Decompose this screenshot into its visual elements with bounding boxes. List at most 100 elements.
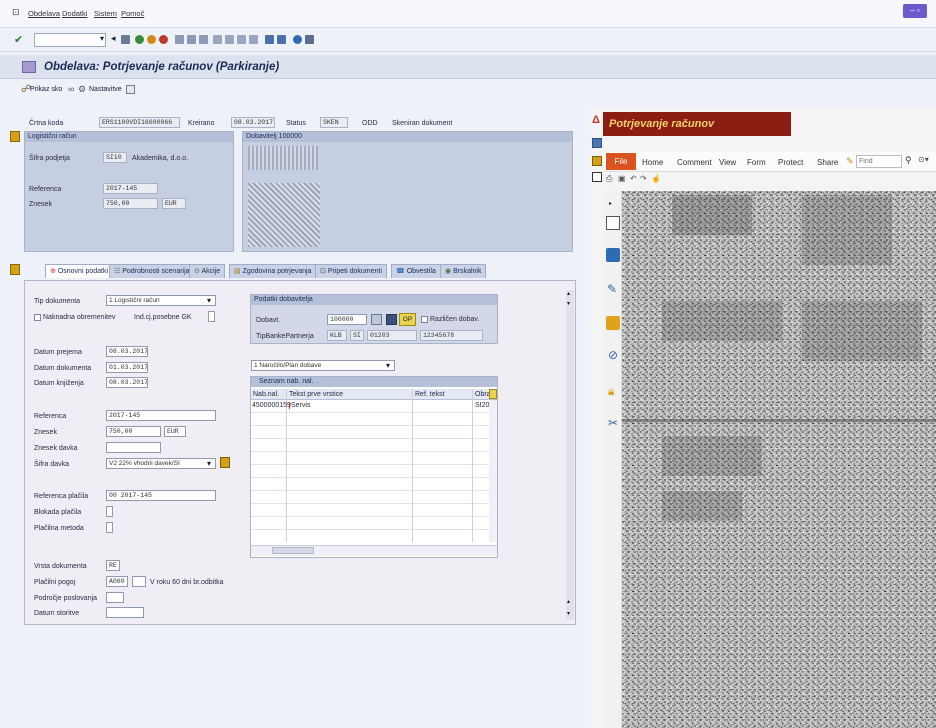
tab-osnovni-podatki[interactable]: ⊕ Osnovni podatki <box>45 264 114 278</box>
scroll-up-icon[interactable]: ▴ <box>567 290 570 297</box>
scroll-down-icon[interactable]: ▾ <box>567 300 570 307</box>
pages-icon[interactable] <box>606 216 620 230</box>
datum-dokumenta-field[interactable]: 01.03.2017 <box>106 362 148 373</box>
racun-field[interactable]: 12345678 <box>420 330 483 341</box>
col-tekst[interactable]: Tekst prve vrstice <box>289 391 343 398</box>
signatures-icon[interactable]: ✎ <box>607 282 617 296</box>
pdf-undo-icon[interactable]: ↶ <box>630 174 637 183</box>
print-icon[interactable] <box>175 35 184 44</box>
command-field[interactable] <box>34 33 106 47</box>
ribbon-comment[interactable]: Comment <box>677 158 712 167</box>
banka-field[interactable]: KLB <box>327 330 347 341</box>
window-minimize-button[interactable]: – ▫ <box>903 4 927 18</box>
table-settings-icon[interactable] <box>489 389 497 399</box>
save-icon[interactable] <box>121 35 130 44</box>
tax-calc-icon[interactable] <box>220 457 230 468</box>
narocilo-select[interactable]: 1 Naročilo/Plan dobave <box>251 360 395 371</box>
znesek-davka-field[interactable] <box>106 442 161 453</box>
podrocje-field[interactable] <box>106 592 124 603</box>
tab-pripeti-dokumenti[interactable]: ⊡ Pripeti dokumenti <box>315 264 387 278</box>
menu-sistem[interactable]: Sistem <box>94 9 117 18</box>
search-icon[interactable]: ⚲ <box>905 155 912 166</box>
find-icon[interactable] <box>187 35 196 44</box>
crtna-koda-field[interactable]: ERS1100VDI16000066 <box>99 117 180 128</box>
tab-akcije[interactable]: ⊙ Akcije <box>189 264 226 278</box>
panel-collapse-icon[interactable] <box>10 131 20 142</box>
layout-icon[interactable] <box>305 35 314 44</box>
pdf-window-icon[interactable] <box>592 138 602 148</box>
menu-obdelava[interactable]: Obdelava <box>28 9 60 18</box>
col-nab-nal[interactable]: Nab.nal. <box>253 391 279 398</box>
bookmarks-icon[interactable] <box>606 248 620 262</box>
naknadna-checkbox[interactable] <box>34 314 41 321</box>
valuta-header-field[interactable]: EUR <box>162 198 186 209</box>
znesek-header-field[interactable]: 750,00 <box>103 198 158 209</box>
security-lock-icon[interactable]: 🔒︎ <box>608 384 614 399</box>
narocilo-dropdown-icon[interactable]: ▾ <box>386 361 390 370</box>
enter-check-icon[interactable]: ✔ <box>14 33 23 46</box>
status-field[interactable]: SKEN <box>320 117 348 128</box>
ribbon-share[interactable]: Share <box>817 158 838 167</box>
tip-dokumenta-dropdown-icon[interactable]: ▾ <box>207 296 211 305</box>
ribbon-file[interactable]: File <box>606 153 636 170</box>
scroll-up-bottom-icon[interactable]: ▴ <box>567 598 570 605</box>
first-page-icon[interactable] <box>213 35 222 44</box>
referenca-placila-field[interactable]: 00 2017-145 <box>106 490 216 501</box>
vrsta-dokumenta-field[interactable]: RE <box>106 560 120 571</box>
show-object-button[interactable]: Prikaz sko <box>30 86 62 93</box>
stevilka-field[interactable]: 01203 <box>367 330 417 341</box>
dobavt-field[interactable]: 100000 <box>327 314 367 325</box>
ribbon-form[interactable]: Form <box>747 158 766 167</box>
new-session-icon[interactable] <box>265 35 274 44</box>
menu-pomoc[interactable]: Pomoč <box>121 9 144 18</box>
tab-obvestila[interactable]: ☎ Obvestila <box>391 264 441 278</box>
placilna-metoda-field[interactable] <box>106 522 113 533</box>
pdf-print-icon[interactable]: ⎙ <box>606 174 612 184</box>
pdf-redo-icon[interactable]: ↷ <box>640 174 647 183</box>
pdf-expand-icon[interactable] <box>592 156 602 166</box>
sifra-davka-select[interactable]: V2 22% vhodni davek/SI <box>106 458 216 469</box>
next-page-icon[interactable] <box>237 35 246 44</box>
drzava-field[interactable]: SI <box>350 330 364 341</box>
back-icon[interactable] <box>135 35 144 44</box>
settings-button[interactable]: Nastavitve <box>89 86 122 93</box>
pdf-hand-icon[interactable]: ☝ <box>651 174 661 183</box>
tab-brskalnik[interactable]: ◉ Brskalnik <box>440 264 487 278</box>
tab-scrollbar[interactable] <box>566 290 574 620</box>
sidebar-expand-icon[interactable]: ▸ <box>609 200 612 207</box>
ind-field[interactable] <box>208 311 215 322</box>
supplier-display-icon[interactable] <box>371 314 382 325</box>
blokada-field[interactable] <box>106 506 113 517</box>
tabs-collapse-icon[interactable] <box>10 264 20 275</box>
table-scrollbar[interactable] <box>489 400 497 542</box>
row-tekst[interactable]: Servis <box>289 402 310 409</box>
table-hscroll-thumb[interactable] <box>272 547 314 554</box>
menu-icon[interactable]: ⊡ <box>12 7 20 18</box>
tab-podrobnosti-scenarija[interactable]: ☷ Podrobnosti scenarija <box>109 264 195 278</box>
row-obra[interactable]: SI20 <box>475 402 489 409</box>
col-ref-tekst[interactable]: Ref. tekst <box>415 391 445 398</box>
row-nab-nal[interactable]: 4500000159 <box>252 402 291 409</box>
sifra-podjetja-field[interactable]: SI10 <box>103 152 127 163</box>
ribbon-home[interactable]: Home <box>642 158 663 167</box>
tab-zgodovina-potrjevanja[interactable]: ▤ Zgodovina potrjevanja <box>229 264 317 278</box>
help-menu-icon[interactable]: ⊙▾ <box>918 155 929 164</box>
referenca-field[interactable]: 2017-145 <box>106 410 216 421</box>
layout-toggle-icon[interactable] <box>126 85 135 94</box>
ribbon-view[interactable]: View <box>719 158 736 167</box>
datum-prejema-field[interactable]: 08.03.2017 <box>106 346 148 357</box>
kreirano-field[interactable]: 08.03.2017 <box>231 117 275 128</box>
pdf-page-icon[interactable] <box>592 172 602 182</box>
sifra-davka-dropdown-icon[interactable]: ▾ <box>207 459 211 468</box>
command-dropdown-icon[interactable]: ▾ <box>100 34 104 43</box>
attachments-icon[interactable]: ⊘ <box>608 348 618 362</box>
scroll-down-bottom-icon[interactable]: ▾ <box>567 610 570 617</box>
last-page-icon[interactable] <box>249 35 258 44</box>
valuta-field[interactable]: EUR <box>164 426 186 437</box>
ribbon-protect[interactable]: Protect <box>778 158 803 167</box>
pdf-save-icon[interactable]: ▣ <box>618 174 626 183</box>
pdf-find-input[interactable] <box>856 155 902 168</box>
exit-icon[interactable] <box>147 35 156 44</box>
znesek-field[interactable]: 750,00 <box>106 426 161 437</box>
razlicen-checkbox[interactable] <box>421 316 428 323</box>
